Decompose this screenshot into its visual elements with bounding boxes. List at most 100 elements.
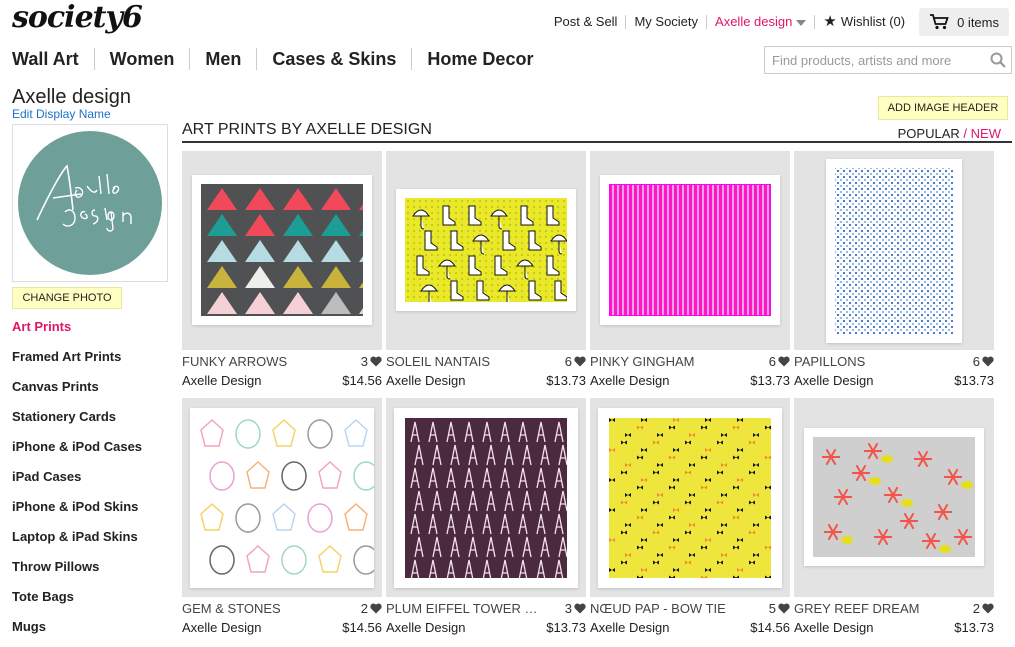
wishlist-label: Wishlist (0) <box>840 14 906 29</box>
product-thumbnail[interactable] <box>794 398 994 597</box>
change-photo-button[interactable]: CHANGE PHOTO <box>12 287 122 309</box>
product-thumbnail[interactable] <box>590 151 790 350</box>
like-count[interactable]: 3 <box>361 354 382 369</box>
sidebar-item-ipad-cases[interactable]: iPad Cases <box>12 469 142 499</box>
main-navigation: Wall Art Women Men Cases & Skins Home De… <box>12 48 548 70</box>
product-artist[interactable]: Axelle Design <box>590 620 670 635</box>
society6-logo[interactable]: society6 <box>12 0 143 35</box>
sort-popular-link[interactable]: POPULAR <box>898 126 960 141</box>
nav-men[interactable]: Men <box>189 48 256 70</box>
nav-home-decor[interactable]: Home Decor <box>411 48 548 70</box>
like-count[interactable]: 6 <box>769 354 790 369</box>
product-title[interactable]: PINKY GINGHAM <box>590 354 695 369</box>
product-artist[interactable]: Axelle Design <box>182 373 262 388</box>
product-artwork <box>609 184 771 316</box>
heart-icon <box>982 603 994 614</box>
add-image-header-button[interactable]: ADD IMAGE HEADER <box>878 96 1008 120</box>
product-thumbnail[interactable] <box>590 398 790 597</box>
product-card[interactable]: GEM & STONES 2 Axelle Design $14.56 <box>182 398 382 635</box>
like-count[interactable]: 6 <box>973 354 994 369</box>
product-price: $13.73 <box>546 620 586 635</box>
nav-wall-art[interactable]: Wall Art <box>12 48 94 70</box>
product-artist[interactable]: Axelle Design <box>386 620 466 635</box>
edit-display-name-link[interactable]: Edit Display Name <box>12 107 111 121</box>
sidebar-item-throw-pillows[interactable]: Throw Pillows <box>12 559 142 589</box>
product-price: $13.73 <box>546 373 586 388</box>
product-title[interactable]: NŒUD PAP - BOW TIE <box>590 601 726 616</box>
product-artwork <box>609 418 771 578</box>
like-count-value: 6 <box>564 354 572 369</box>
product-price: $13.73 <box>750 373 790 388</box>
cart-icon <box>930 14 949 30</box>
like-count-value: 2 <box>972 601 980 616</box>
sidebar-item-stationery-cards[interactable]: Stationery Cards <box>12 409 142 439</box>
product-card[interactable]: PINKY GINGHAM 6 Axelle Design $13.73 <box>590 151 790 388</box>
sidebar-item-art-prints[interactable]: Art Prints <box>12 319 142 349</box>
sort-options: POPULAR / NEW <box>898 126 1001 141</box>
like-count-value: 5 <box>768 601 776 616</box>
product-title[interactable]: GEM & STONES <box>182 601 281 616</box>
product-title[interactable]: FUNKY ARROWS <box>182 354 287 369</box>
product-card[interactable]: GREY REEF DREAM 2 Axelle Design $13.73 <box>794 398 994 635</box>
product-price: $14.56 <box>342 620 382 635</box>
product-title[interactable]: SOLEIL NANTAIS <box>386 354 490 369</box>
product-title[interactable]: PLUM EIFFEL TOWER & ... <box>386 601 546 616</box>
sort-new-link[interactable]: NEW <box>971 126 1001 141</box>
cart-button[interactable]: 0 items <box>919 8 1009 36</box>
like-count[interactable]: 2 <box>973 601 994 616</box>
sidebar-item-canvas-prints[interactable]: Canvas Prints <box>12 379 142 409</box>
heart-icon <box>574 603 586 614</box>
user-menu-label: Axelle design <box>715 14 793 29</box>
product-artist[interactable]: Axelle Design <box>386 373 466 388</box>
wishlist-link[interactable]: ★ Wishlist (0) <box>814 13 913 30</box>
post-sell-link[interactable]: Post & Sell <box>546 15 626 29</box>
like-count-value: 2 <box>360 601 368 616</box>
section-title: ART PRINTS BY AXELLE DESIGN <box>182 121 432 138</box>
sidebar-item-laptop-ipad-skins[interactable]: Laptop & iPad Skins <box>12 529 142 559</box>
product-artwork <box>813 437 975 557</box>
product-thumbnail[interactable] <box>182 398 382 597</box>
like-count-value: 6 <box>972 354 980 369</box>
heart-icon <box>370 356 382 367</box>
product-artist[interactable]: Axelle Design <box>794 620 874 635</box>
product-artist[interactable]: Axelle Design <box>590 373 670 388</box>
like-count[interactable]: 6 <box>565 354 586 369</box>
like-count-value: 3 <box>564 601 572 616</box>
like-count-value: 6 <box>768 354 776 369</box>
nav-women[interactable]: Women <box>93 48 190 70</box>
sidebar-item-framed-art-prints[interactable]: Framed Art Prints <box>12 349 142 379</box>
product-card[interactable]: FUNKY ARROWS 3 Axelle Design $14.56 <box>182 151 382 388</box>
heart-icon <box>982 356 994 367</box>
like-count[interactable]: 2 <box>361 601 382 616</box>
user-menu[interactable]: Axelle design <box>706 15 814 29</box>
like-count[interactable]: 5 <box>769 601 790 616</box>
search-input[interactable] <box>765 48 985 72</box>
product-artwork <box>405 198 567 302</box>
sidebar-item-tote-bags[interactable]: Tote Bags <box>12 589 142 619</box>
print-frame <box>826 159 962 343</box>
heart-icon <box>778 603 790 614</box>
my-society-link[interactable]: My Society <box>625 15 706 29</box>
product-card[interactable]: PLUM EIFFEL TOWER & ... 3 Axelle Design $1… <box>386 398 586 635</box>
product-thumbnail[interactable] <box>386 151 586 350</box>
sidebar-item-mugs[interactable]: Mugs <box>12 619 142 647</box>
sidebar-item-iphone-ipod-skins[interactable]: iPhone & iPod Skins <box>12 499 142 529</box>
product-artist[interactable]: Axelle Design <box>794 373 874 388</box>
print-frame <box>192 175 372 325</box>
sidebar-item-iphone-ipod-cases[interactable]: iPhone & iPod Cases <box>12 439 142 469</box>
product-thumbnail[interactable] <box>386 398 586 597</box>
product-price: $13.73 <box>954 373 994 388</box>
search-icon[interactable] <box>985 47 1011 73</box>
product-card[interactable]: PAPILLONS 6 Axelle Design $13.73 <box>794 151 994 388</box>
product-title[interactable]: PAPILLONS <box>794 354 865 369</box>
star-icon: ★ <box>823 13 837 30</box>
product-thumbnail[interactable] <box>182 151 382 350</box>
product-card[interactable]: NŒUD PAP - BOW TIE 5 Axelle Design $14.56 <box>590 398 790 635</box>
product-thumbnail[interactable] <box>794 151 994 350</box>
cart-label: 0 items <box>957 14 999 30</box>
product-artist[interactable]: Axelle Design <box>182 620 262 635</box>
nav-cases-skins[interactable]: Cases & Skins <box>256 48 411 70</box>
like-count[interactable]: 3 <box>565 601 586 616</box>
product-card[interactable]: SOLEIL NANTAIS 6 Axelle Design $13.73 <box>386 151 586 388</box>
product-title[interactable]: GREY REEF DREAM <box>794 601 919 616</box>
